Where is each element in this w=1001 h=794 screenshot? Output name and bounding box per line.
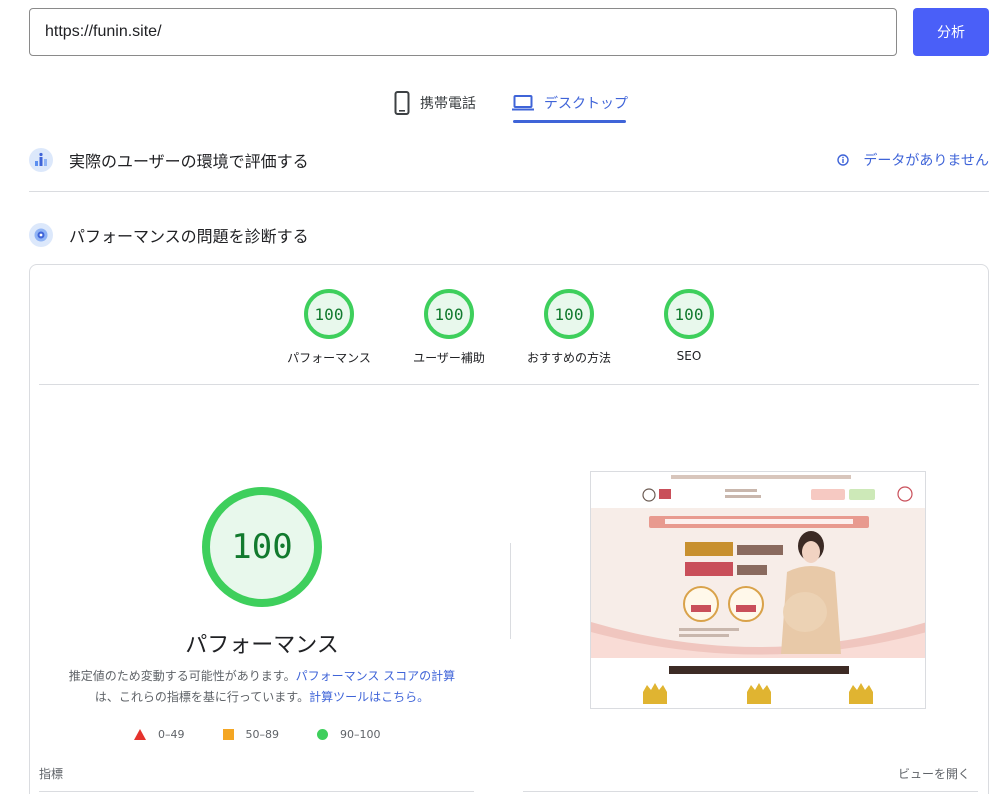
legend-fail: 0–49 [134, 728, 185, 741]
no-data-label: データがありません [863, 153, 989, 169]
divider [523, 791, 978, 792]
score-label: パフォーマンス [287, 351, 371, 365]
legend-pass: 90–100 [317, 728, 381, 741]
real-user-section: 実際のユーザーの環境で評価する データがありません [29, 142, 989, 178]
performance-title: パフォーマンス [185, 633, 339, 658]
score-gauge-seo[interactable]: 100 SEO [629, 289, 749, 363]
open-view-toggle[interactable]: ビューを開く [898, 765, 970, 782]
lab-data-icon [29, 223, 53, 247]
note-text: は、これらの指標を基に行っています。 [94, 690, 310, 704]
url-input[interactable] [29, 8, 897, 56]
score-ring: 100 [304, 289, 354, 339]
legend-average: 50–89 [222, 728, 280, 741]
page-screenshot-thumbnail [590, 471, 926, 709]
device-tabs: 携帯電話 デスクトップ [0, 84, 1001, 124]
report-card: 100 パフォーマンス 100 ユーザー補助 100 おすすめの方法 100 S… [29, 264, 989, 794]
laptop-icon [512, 95, 534, 111]
circle-icon [317, 729, 328, 740]
calculator-link[interactable]: 計算ツールはこちら。 [309, 690, 429, 704]
score-ring: 100 [664, 289, 714, 339]
square-icon [222, 729, 234, 740]
score-calc-link[interactable]: パフォーマンス スコアの計算 [296, 669, 456, 683]
diagnose-title: パフォーマンスの問題を診断する [69, 227, 309, 246]
score-note: 推定値のため変動する可能性があります。パフォーマンス スコアの計算 は、これらの… [44, 666, 480, 708]
score-label: SEO [676, 349, 702, 363]
tab-desktop[interactable]: デスクトップ [512, 84, 628, 122]
score-gauge-performance[interactable]: 100 パフォーマンス [269, 289, 389, 366]
score-gauge-accessibility[interactable]: 100 ユーザー補助 [389, 289, 509, 366]
vertical-divider [510, 543, 511, 639]
score-gauge-best-practices[interactable]: 100 おすすめの方法 [509, 289, 629, 366]
score-label: ユーザー補助 [413, 351, 485, 365]
score-ring: 100 [424, 289, 474, 339]
analyze-button[interactable]: 分析 [913, 8, 989, 56]
section-divider [29, 191, 989, 192]
tab-desktop-label: デスクトップ [544, 96, 628, 112]
no-data-link[interactable]: データがありません [837, 150, 989, 170]
performance-score-gauge: 100 [202, 487, 322, 607]
legend-range: 90–100 [340, 728, 381, 741]
note-text: 推定値のため変動する可能性があります。 [68, 669, 296, 683]
tab-mobile-label: 携帯電話 [420, 96, 476, 112]
score-label: おすすめの方法 [526, 351, 611, 365]
triangle-icon [134, 729, 146, 740]
diagnose-section: パフォーマンスの問題を診断する [29, 217, 989, 253]
score-legend: 0–49 50–89 90–100 [134, 728, 419, 741]
field-data-icon [29, 148, 53, 172]
real-user-title: 実際のユーザーの環境で評価する [69, 152, 309, 171]
active-tab-indicator [513, 120, 626, 123]
score-ring: 100 [544, 289, 594, 339]
divider [39, 791, 474, 792]
info-icon [837, 154, 850, 166]
phone-icon [394, 91, 410, 115]
legend-range: 0–49 [158, 728, 185, 741]
metrics-heading: 指標 [39, 767, 64, 781]
card-divider [39, 384, 979, 385]
legend-range: 50–89 [245, 728, 280, 741]
tab-mobile[interactable]: 携帯電話 [394, 84, 476, 122]
